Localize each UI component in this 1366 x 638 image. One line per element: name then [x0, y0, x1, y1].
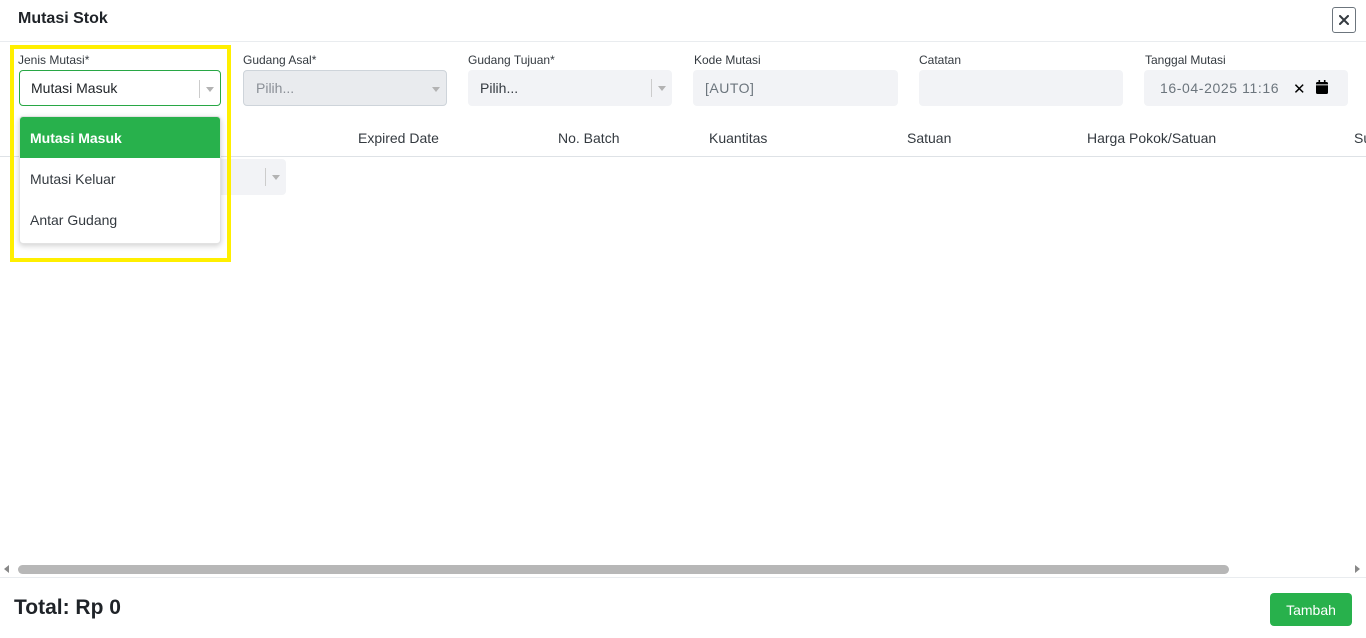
tanggal-mutasi-label: Tanggal Mutasi [1145, 53, 1226, 67]
tanggal-mutasi-value: 16-04-2025 11:16 [1160, 80, 1280, 96]
column-header-kuantitas: Kuantitas [709, 130, 768, 146]
jenis-mutasi-select[interactable]: Mutasi Masuk [19, 70, 221, 106]
scroll-right-icon[interactable] [1355, 565, 1360, 573]
clear-date-icon[interactable]: ✕ [1293, 80, 1306, 98]
column-header-satuan: Satuan [907, 130, 952, 146]
chevron-down-icon [658, 86, 666, 91]
kode-mutasi-input[interactable]: [AUTO] [693, 70, 898, 106]
gudang-tujuan-select[interactable]: Pilih... [468, 70, 672, 106]
column-header-subtotal: Su [1354, 130, 1366, 146]
calendar-icon[interactable] [1316, 80, 1328, 94]
chevron-down-icon [206, 87, 214, 92]
modal-header: Mutasi Stok [0, 0, 1366, 42]
gudang-asal-select[interactable]: Pilih... [243, 70, 447, 106]
chevron-down-icon [272, 175, 280, 180]
modal-footer: Total: Rp 0 Tambah [0, 577, 1366, 638]
jenis-mutasi-value: Mutasi Masuk [31, 80, 118, 96]
kode-mutasi-label: Kode Mutasi [694, 53, 761, 67]
gudang-tujuan-label: Gudang Tujuan* [468, 53, 555, 67]
gudang-asal-value: Pilih... [256, 80, 295, 96]
column-header-no-batch: No. Batch [558, 130, 620, 146]
select-separator [199, 80, 200, 98]
close-icon [1339, 15, 1349, 25]
scrollbar-thumb[interactable] [18, 565, 1229, 574]
jenis-mutasi-label: Jenis Mutasi* [18, 53, 90, 67]
gudang-asal-label: Gudang Asal* [243, 53, 317, 67]
catatan-label: Catatan [919, 53, 962, 67]
column-header-expired-date: Expired Date [358, 130, 439, 146]
chevron-down-icon [432, 87, 440, 92]
gudang-tujuan-value: Pilih... [480, 80, 519, 96]
select-separator [265, 168, 266, 186]
option-mutasi-masuk[interactable]: Mutasi Masuk [20, 117, 220, 158]
scroll-left-icon[interactable] [4, 565, 9, 573]
kode-mutasi-value: [AUTO] [705, 80, 755, 96]
jenis-mutasi-dropdown: Mutasi Masuk Mutasi Keluar Antar Gudang [19, 116, 221, 244]
column-header-harga-pokok: Harga Pokok/Satuan [1087, 130, 1217, 146]
tanggal-mutasi-input[interactable]: 16-04-2025 11:16 ✕ [1144, 70, 1348, 106]
option-mutasi-keluar[interactable]: Mutasi Keluar [20, 158, 220, 199]
close-button[interactable] [1332, 7, 1356, 33]
option-antar-gudang[interactable]: Antar Gudang [20, 199, 220, 240]
catatan-input[interactable] [919, 70, 1123, 106]
select-separator [651, 79, 652, 97]
total-amount: Total: Rp 0 [14, 596, 121, 619]
page-title: Mutasi Stok [18, 10, 108, 27]
tambah-button[interactable]: Tambah [1270, 593, 1352, 626]
horizontal-scrollbar[interactable] [0, 562, 1366, 577]
